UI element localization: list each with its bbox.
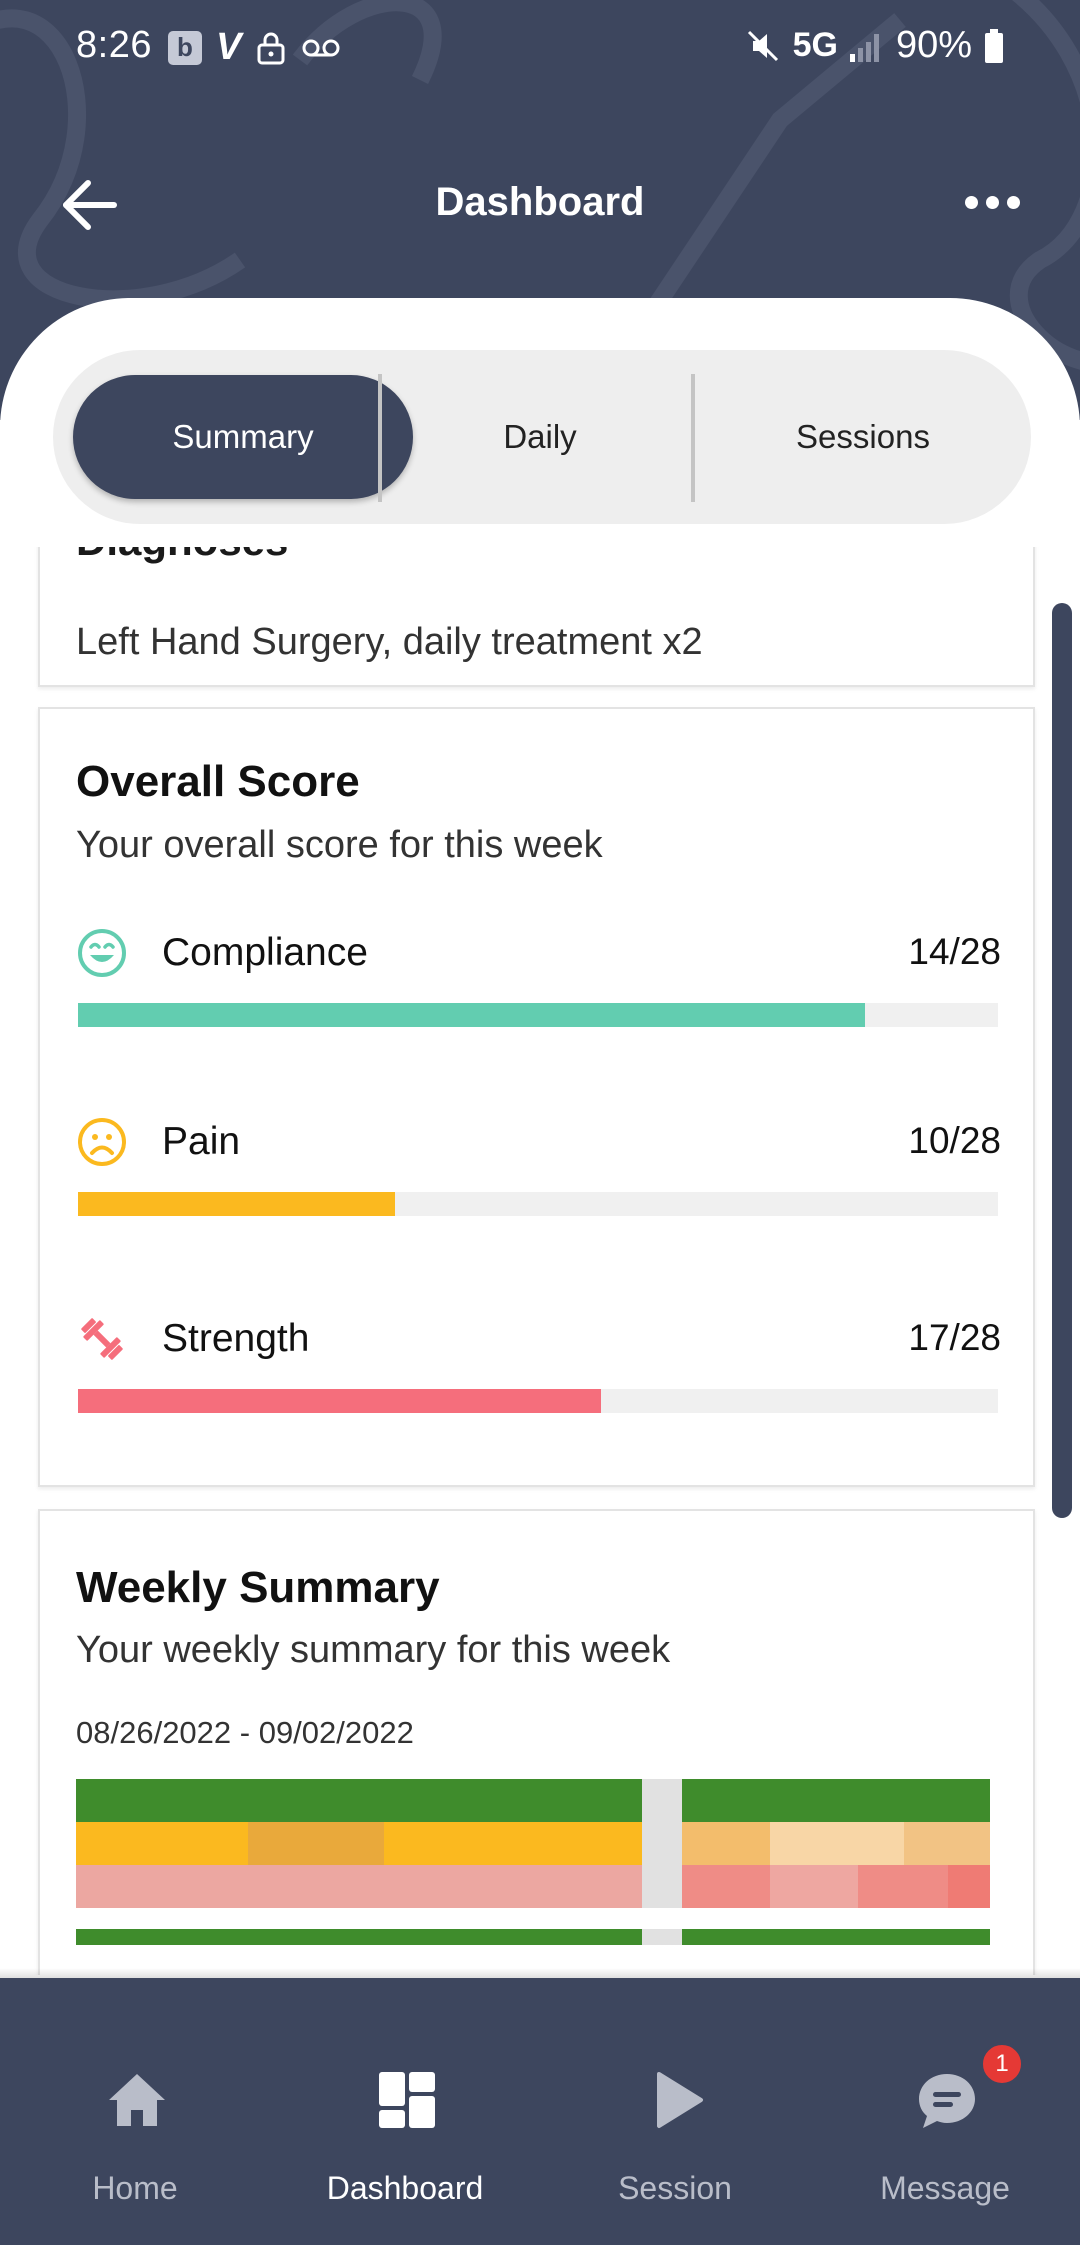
sad-face-icon [78,1118,126,1166]
dashboard-icon [379,2072,435,2128]
heatmap-row-strength [76,1865,990,1908]
overall-score-subtitle: Your overall score for this week [76,824,603,866]
progress-track [78,1003,998,1027]
mute-icon [747,30,778,61]
battery-icon [985,28,1003,63]
overall-score-card: Overall Score Your overall score for thi… [38,707,1035,1487]
scrollbar-thumb[interactable] [1052,603,1072,1518]
segmented-tabs: Summary Daily Sessions [53,350,1031,524]
v-app-icon: V [216,26,242,68]
heatmap-cell [770,1822,904,1865]
dumbbell-icon [81,1318,123,1360]
diagnoses-card: Diagnoses Left Hand Surgery, daily treat… [38,547,1035,687]
nav-item-message[interactable]: 1 Message [810,1978,1080,2245]
play-icon [657,2072,703,2128]
nav-label: Dashboard [326,2170,484,2206]
heatmap-cell [384,1822,642,1865]
heatmap-cell [642,1822,682,1865]
progress-fill [78,1389,601,1413]
dashboard-scroll-content[interactable]: Diagnoses Left Hand Surgery, daily treat… [0,547,1080,1975]
heatmap-cell [948,1865,990,1908]
signal-icon [849,33,879,62]
weekly-date-range: 08/26/2022 - 09/02/2022 [76,1715,414,1750]
heatmap-cell [76,1865,642,1908]
metric-value: 17/28 [908,1317,1001,1358]
metric-strength: Strength 17/28 [76,1313,1001,1453]
diagnoses-text: Left Hand Surgery, daily treatment x2 [76,621,703,663]
heatmap-cell [682,1822,770,1865]
system-status: 5G 90% [745,24,1004,67]
heatmap-cell [76,1822,248,1865]
notification-icons: b V [168,26,341,69]
page-title: Dashboard [435,180,645,224]
heatmap-row-next [76,1929,990,1945]
heatmap-cell [682,1865,770,1908]
heatmap-cell [770,1865,858,1908]
tab-sessions[interactable]: Sessions [700,350,1026,524]
weekly-summary-title: Weekly Summary [76,1563,440,1612]
nav-item-home[interactable]: Home [0,1978,270,2245]
b-app-icon: b [168,30,202,65]
nav-label: Message [880,2170,1010,2206]
weekly-summary-card: Weekly Summary Your weekly summary for t… [38,1509,1035,1975]
heatmap-cell [248,1822,384,1865]
battery-percent: 90% [895,24,972,66]
smile-face-icon [78,929,126,977]
chat-icon [919,2074,975,2128]
heatmap-cell [858,1865,948,1908]
overall-score-title: Overall Score [76,757,360,806]
tab-summary[interactable]: Summary [73,375,413,499]
lock-icon [257,32,285,64]
progress-fill [78,1003,865,1027]
progress-fill [78,1192,396,1216]
status-time: 8:26 [76,24,152,66]
nav-label: Home [92,2170,178,2206]
status-bar: 8:26 b V 5G 90% [0,0,1080,90]
more-options-icon[interactable] [965,196,1020,209]
heatmap-cell [904,1822,990,1865]
nav-item-session[interactable]: Session [540,1978,810,2245]
metric-label: Pain [162,1120,241,1163]
nav-item-dashboard[interactable]: Dashboard [270,1978,540,2245]
bottom-navigation: Home Dashboard Session 1 Message [0,1978,1080,2245]
heatmap-cell [76,1779,642,1822]
heatmap-cell [682,1929,990,1945]
home-icon [109,2074,165,2126]
tab-daily[interactable]: Daily [380,350,700,524]
diagnoses-title: Diagnoses [76,547,288,565]
heatmap-cell [642,1865,682,1908]
progress-track [78,1389,998,1413]
weekly-summary-subtitle: Your weekly summary for this week [76,1629,671,1671]
heatmap-cell [642,1929,682,1945]
voicemail-icon [302,39,340,56]
metric-compliance: Compliance 14/28 [76,927,1001,1067]
message-badge: 1 [980,2042,1024,2086]
heatmap-cell [682,1779,990,1822]
heatmap-row-compliance [76,1779,990,1822]
metric-label: Compliance [162,931,368,974]
metric-pain: Pain 10/28 [76,1116,1001,1256]
metric-label: Strength [162,1317,310,1360]
metric-value: 10/28 [908,1120,1001,1161]
metric-value: 14/28 [908,931,1001,972]
heatmap-cell [76,1929,642,1945]
network-type: 5G [792,26,838,64]
progress-track [78,1192,998,1216]
heatmap-cell [642,1779,682,1822]
tab-divider [691,374,695,502]
heatmap-row-pain [76,1822,990,1865]
nav-label: Session [618,2170,732,2206]
